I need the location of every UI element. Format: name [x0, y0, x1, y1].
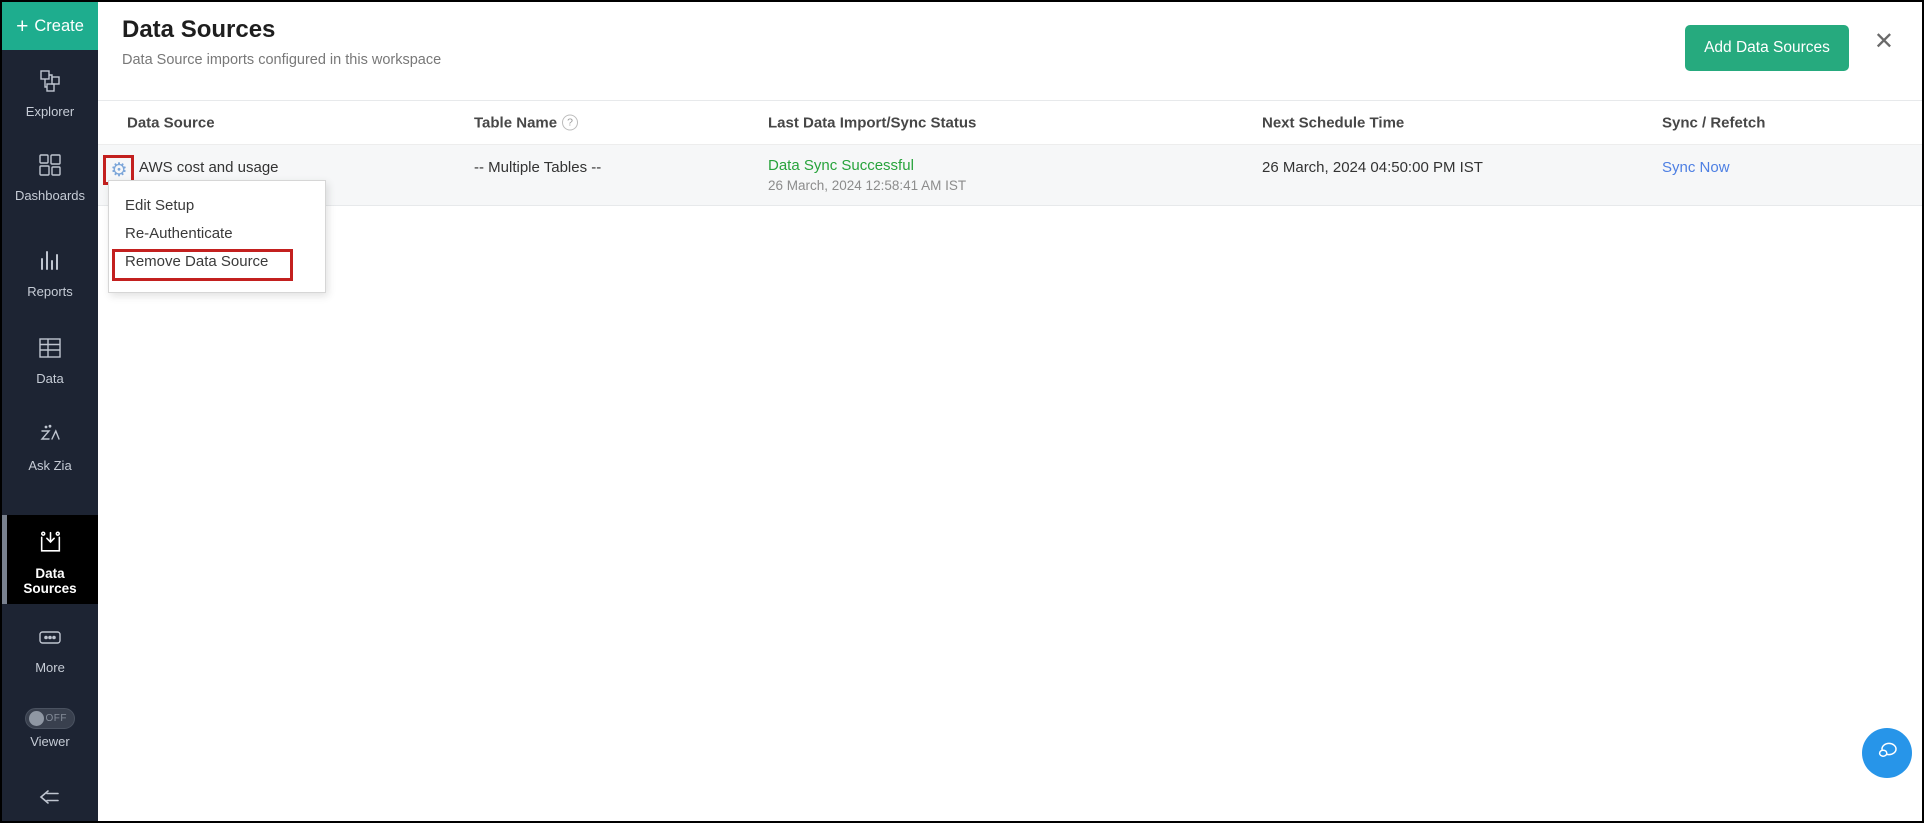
dashboards-icon — [37, 152, 63, 183]
row-context-menu: Edit Setup Re-Authenticate Remove Data S… — [108, 180, 326, 293]
sidebar-item-label: Ask Zia — [28, 458, 72, 473]
sync-status-value: Data Sync Successful — [768, 157, 914, 174]
next-schedule-time-value: 26 March, 2024 04:50:00 PM IST — [1262, 159, 1483, 176]
menu-item-edit-setup[interactable]: Edit Setup — [109, 192, 325, 220]
sidebar-item-label: Explorer — [25, 104, 75, 119]
page-header: Data Sources Data Source imports configu… — [98, 2, 1922, 101]
plus-icon: + — [16, 14, 29, 38]
sidebar-item-label: Data — [36, 371, 64, 386]
sidebar: + Create Explorer Dashboards Reports Dat… — [2, 2, 98, 821]
sidebar-item-explorer[interactable]: Explorer — [2, 68, 98, 120]
data-table-icon — [37, 335, 63, 366]
reports-icon — [37, 248, 63, 279]
sidebar-item-label: Dashboards — [14, 188, 86, 203]
column-header-next-schedule: Next Schedule Time — [1262, 114, 1405, 131]
sidebar-item-more[interactable]: More — [2, 624, 98, 678]
row-settings-gear-icon[interactable]: ⚙ — [107, 158, 131, 182]
more-icon — [37, 624, 63, 655]
add-data-sources-button[interactable]: Add Data Sources — [1685, 25, 1849, 71]
chat-bubbles-icon — [1874, 738, 1900, 769]
create-button-label: Create — [34, 16, 84, 35]
create-button[interactable]: + Create — [2, 2, 98, 50]
column-header-table-name-label: Table Name — [474, 114, 558, 131]
viewer-label: Viewer — [30, 734, 70, 749]
sidebar-item-data-sources[interactable]: Data Sources — [2, 515, 98, 604]
column-header-sync-refetch: Sync / Refetch — [1662, 114, 1766, 131]
menu-item-re-authenticate[interactable]: Re-Authenticate — [109, 220, 325, 248]
sidebar-item-dashboards[interactable]: Dashboards — [2, 152, 98, 208]
sidebar-item-reports[interactable]: Reports — [2, 248, 98, 302]
sidebar-item-ask-zia[interactable]: Ask Zia — [2, 422, 98, 476]
collapse-sidebar-button[interactable] — [2, 783, 98, 819]
data-sources-screen: + Create Explorer Dashboards Reports Dat… — [0, 0, 1924, 823]
chat-support-button[interactable] — [1862, 728, 1912, 778]
menu-item-remove-data-source[interactable]: Remove Data Source — [109, 248, 325, 276]
table-header: Data Source Table Name ? Last Data Impor… — [98, 101, 1922, 145]
data-source-name: AWS cost and usage — [139, 159, 279, 176]
last-sync-timestamp: 26 March, 2024 12:58:41 AM IST — [768, 178, 967, 193]
page-subtitle: Data Source imports configured in this w… — [122, 52, 442, 68]
column-header-table-name: Table Name ? — [474, 114, 579, 131]
column-header-sync-status: Last Data Import/Sync Status — [768, 114, 977, 131]
ask-zia-icon — [37, 422, 63, 453]
sidebar-item-label: Data Sources — [23, 566, 77, 596]
toggle-state-label: OFF — [45, 713, 67, 724]
table-name-value: -- Multiple Tables -- — [474, 159, 602, 176]
sidebar-item-label: More — [35, 660, 65, 675]
close-icon[interactable]: ✕ — [1874, 30, 1894, 54]
column-header-data-source: Data Source — [127, 114, 215, 131]
sidebar-viewer-section: OFF Viewer — [2, 708, 98, 760]
explorer-icon — [37, 68, 63, 99]
page-title: Data Sources — [122, 16, 276, 43]
table-row: ⚙ AWS cost and usage -- Multiple Tables … — [98, 145, 1922, 206]
sync-now-link[interactable]: Sync Now — [1662, 159, 1730, 176]
sidebar-item-label: Reports — [27, 284, 73, 299]
collapse-arrow-icon — [36, 783, 64, 814]
sidebar-item-data[interactable]: Data — [2, 335, 98, 389]
viewer-toggle[interactable]: OFF — [25, 708, 75, 729]
data-sources-icon — [37, 529, 64, 561]
toggle-knob — [29, 711, 44, 726]
table-name-help-icon[interactable]: ? — [562, 114, 579, 131]
